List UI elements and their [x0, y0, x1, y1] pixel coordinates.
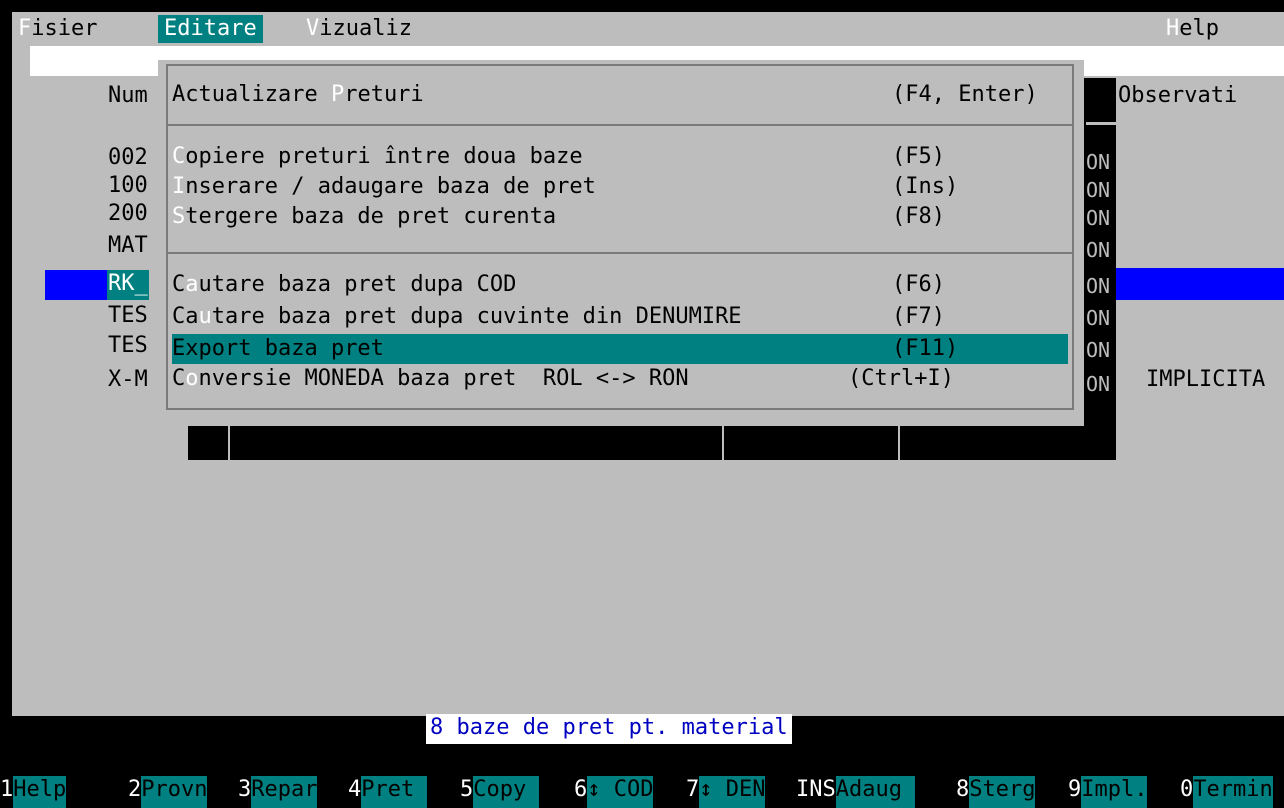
currency-on: ON [1086, 274, 1111, 298]
menu-item-cautare-cod[interactable]: Cautare baza pret dupa COD (F6) [172, 270, 1068, 300]
table-row[interactable]: 002 [108, 144, 148, 172]
table-row[interactable]: X-M [108, 366, 148, 394]
fkey-repar[interactable]: 3Repar [238, 776, 318, 808]
fkey-sterg[interactable]: 8Sterg [956, 776, 1036, 808]
menu-fisier[interactable]: Fisier [12, 15, 103, 43]
menu-item-cautare-denumire[interactable]: Cautare baza pret dupa cuvinte din DENUM… [172, 302, 1068, 332]
fkey-sort-cod[interactable]: 6↕ COD [574, 776, 654, 808]
column-header-observatii: Observati [1118, 83, 1238, 108]
function-key-bar: 1Help 2Provn 3Repar 4Pret 5Copy 6↕ COD 7… [0, 776, 1284, 808]
column-header-num: Num [108, 83, 148, 108]
menu-bar: Fisier Editare Vizualiz Help [12, 12, 1284, 46]
column-divider [898, 426, 900, 460]
column-divider [722, 426, 724, 460]
shortcut-label: (F8) [892, 204, 945, 229]
menu-item-export-baza[interactable]: Export baza pret (F11) [172, 334, 1068, 364]
fkey-copy[interactable]: 5Copy [460, 776, 540, 808]
frame-line [1086, 122, 1116, 125]
currency-on: ON [1086, 338, 1111, 362]
fkey-pret[interactable]: 4Pret [348, 776, 428, 808]
table-row-selected[interactable]: RK_ [107, 270, 149, 300]
menu-help[interactable]: Help [1160, 15, 1225, 43]
table-row[interactable]: TES [108, 332, 148, 360]
menu-item-copiere-preturi[interactable]: Copiere preturi între doua baze (F5) [172, 142, 1068, 172]
shortcut-label: (F11) [892, 336, 959, 361]
fkey-adaug[interactable]: INSAdaug [796, 776, 916, 808]
frame-shadow-bottom [188, 426, 1116, 460]
status-message: 8 baze de pret pt. material [426, 714, 792, 744]
shortcut-label: (F6) [892, 272, 945, 297]
currency-on: ON [1086, 238, 1111, 262]
menu-item-inserare-baza[interactable]: Inserare / adaugare baza de pret (Ins) [172, 172, 1068, 202]
fkey-termin[interactable]: 0Termin [1180, 776, 1273, 808]
fkey-help[interactable]: 1Help [0, 776, 67, 808]
frame-shadow-right [1084, 78, 1116, 460]
shortcut-label: (F7) [892, 304, 945, 329]
currency-on: ON [1086, 178, 1111, 202]
selected-row-highlight [45, 270, 107, 300]
shortcut-label: (Ctrl+I) [848, 366, 954, 391]
menu-separator [166, 252, 1074, 254]
menu-editare[interactable]: Editare [158, 15, 263, 43]
menu-separator [166, 124, 1074, 126]
table-row[interactable]: MAT [108, 234, 148, 258]
menu-item-conversie-moneda[interactable]: Conversie MONEDA baza pret ROL <-> RON (… [172, 364, 1068, 394]
menu-item-actualizare-preturi[interactable]: Actualizare Preturi (F4, Enter) [172, 80, 1068, 110]
selected-row-highlight-right [1116, 268, 1284, 300]
table-row[interactable]: 200 [108, 200, 148, 228]
table-row[interactable]: 100 [108, 172, 148, 200]
currency-on: ON [1086, 206, 1111, 230]
implicit-marker: IMPLICITA [1146, 367, 1266, 392]
currency-on: ON [1086, 372, 1111, 396]
fkey-provn[interactable]: 2Provn [128, 776, 208, 808]
shortcut-label: (F5) [892, 144, 945, 169]
fkey-sort-den[interactable]: 7↕ DEN [686, 776, 766, 808]
menu-vizualiz[interactable]: Vizualiz [300, 15, 418, 43]
fkey-impl[interactable]: 9Impl. [1068, 776, 1148, 808]
shortcut-label: (F4, Enter) [892, 82, 1038, 107]
table-row[interactable]: TES [108, 302, 148, 330]
column-divider [228, 426, 230, 460]
shortcut-label: (Ins) [892, 174, 959, 199]
currency-on: ON [1086, 150, 1111, 174]
menu-item-stergere-baza[interactable]: Stergere baza de pret curenta (F8) [172, 202, 1068, 232]
currency-on: ON [1086, 306, 1111, 330]
